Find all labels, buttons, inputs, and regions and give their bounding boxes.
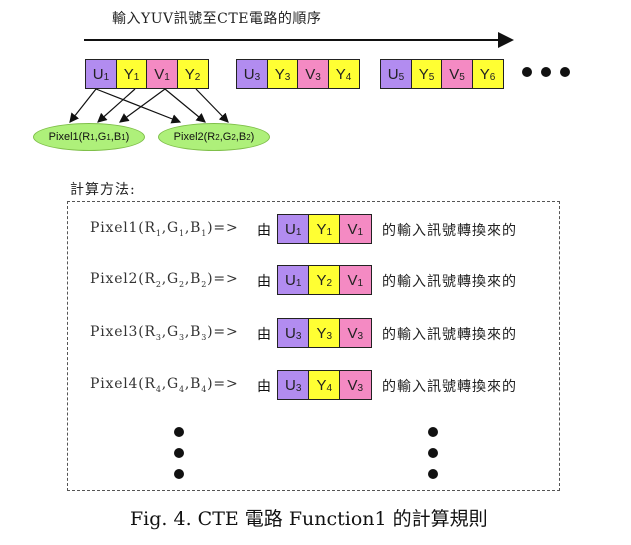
continuation-dot — [541, 67, 551, 77]
continuation-dot — [174, 448, 184, 458]
figure-caption: Fig. 4. CTE 電路 Function1 的計算規則 — [130, 508, 488, 530]
signal-cell: Y6 — [471, 59, 504, 89]
signal-cell: Y3 — [266, 59, 299, 89]
signal-cell: U3 — [277, 318, 310, 348]
signal-cell: Y5 — [410, 59, 443, 89]
row-pixel-label: Pixel4(R4,G4,B4)=> — [90, 376, 239, 394]
row-suffix: 的輸入訊號轉換來的 — [382, 223, 517, 239]
signal-cell: Y4 — [308, 370, 341, 400]
signal-cell: V1 — [339, 265, 372, 295]
signal-cell: Y2 — [308, 265, 341, 295]
signal-cell: V1 — [339, 214, 372, 244]
signal-cell: V3 — [297, 59, 329, 89]
signal-cell: Y4 — [327, 59, 360, 89]
continuation-dot — [428, 469, 438, 479]
row-from-label: 由 — [257, 223, 271, 239]
signal-cell: V1 — [146, 59, 178, 89]
row-pixel-label: Pixel2(R2,G2,B2)=> — [90, 271, 239, 289]
signal-cell: V3 — [339, 370, 372, 400]
row-suffix: 的輸入訊號轉換來的 — [382, 274, 517, 290]
signal-cell: Y1 — [115, 59, 148, 89]
signal-cell: U1 — [277, 214, 310, 244]
arrow-v1-pixel1 — [119, 88, 166, 123]
arrow-v1-pixel2 — [164, 88, 206, 123]
signal-cell: U3 — [236, 59, 268, 89]
row-pixel-label: Pixel1(R1,G1,B1)=> — [90, 220, 239, 238]
method-title: 計算方法: — [70, 182, 136, 198]
signal-cell: U5 — [380, 59, 412, 89]
signal-cell: U1 — [85, 59, 117, 89]
row-from-label: 由 — [257, 327, 271, 343]
row-pixel-label: Pixel3(R3,G3,B3)=> — [90, 324, 239, 342]
signal-cell: U3 — [277, 370, 310, 400]
signal-cell: U1 — [277, 265, 310, 295]
continuation-dot — [428, 427, 438, 437]
signal-cell: Y3 — [308, 318, 341, 348]
arrow-y1-pixel1 — [97, 88, 136, 123]
continuation-dot — [174, 427, 184, 437]
signal-cell: V5 — [441, 59, 473, 89]
row-suffix: 的輸入訊號轉換來的 — [382, 379, 517, 395]
pixel2-ellipse: Pixel2(R 2, G 2, B 2) — [158, 123, 270, 151]
arrow-u1-pixel1 — [69, 88, 97, 123]
row-suffix: 的輸入訊號轉換來的 — [382, 327, 517, 343]
signal-cell: Y2 — [176, 59, 209, 89]
row-from-label: 由 — [257, 274, 271, 290]
continuation-dot — [174, 469, 184, 479]
continuation-dot — [428, 448, 438, 458]
pixel1-ellipse: Pixel1(R 1, G 1, B 1) — [33, 123, 145, 151]
signal-cell: Y1 — [308, 214, 341, 244]
arrow-u1-pixel2 — [95, 88, 182, 124]
continuation-dot — [560, 67, 570, 77]
arrow-y2-pixel2 — [195, 88, 229, 123]
row-from-label: 由 — [257, 379, 271, 395]
continuation-dot — [522, 67, 532, 77]
signal-cell: V3 — [339, 318, 372, 348]
